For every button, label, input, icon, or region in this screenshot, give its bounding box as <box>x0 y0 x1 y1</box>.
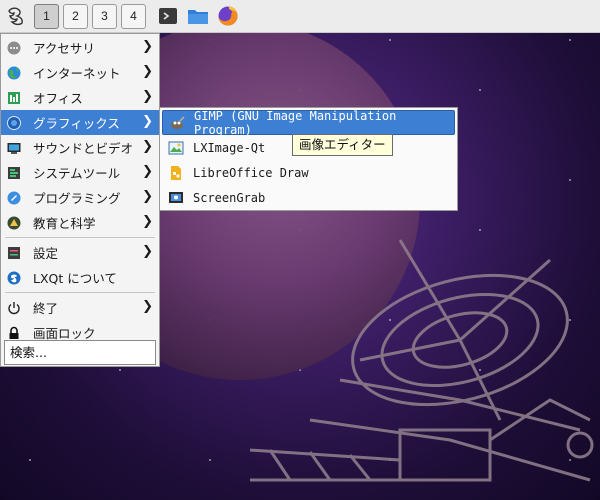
chevron-right-icon: ❯ <box>142 139 153 154</box>
chevron-right-icon: ❯ <box>142 114 153 129</box>
menu-search-input[interactable]: 検索... <box>4 340 156 365</box>
menu-item-system-tools[interactable]: システムツール ❯ <box>1 160 159 185</box>
chevron-right-icon: ❯ <box>142 214 153 229</box>
office-icon <box>7 91 21 105</box>
chevron-right-icon: ❯ <box>142 64 153 79</box>
desktop-switch-4[interactable]: 4 <box>121 3 146 29</box>
graphics-icon <box>7 115 21 130</box>
menu-item-label: 教育と科学 <box>33 216 96 231</box>
chevron-right-icon: ❯ <box>142 189 153 204</box>
file-manager-launcher[interactable] <box>186 4 210 28</box>
menu-item-label: プログラミング <box>33 191 121 206</box>
lock-icon <box>7 326 21 340</box>
lxqt-about-icon <box>7 271 21 285</box>
application-menu: アクセサリ ❯ インターネット ❯ オフィス ❯ グラフィックス ❯ サウンドと… <box>0 33 160 367</box>
chevron-right-icon: ❯ <box>142 89 153 104</box>
menu-item-label: 終了 <box>33 301 59 316</box>
menu-item-label: サウンドとビデオ <box>33 141 134 156</box>
education-icon <box>7 216 21 230</box>
desktop-switch-2[interactable]: 2 <box>63 3 88 29</box>
menu-item-label: システムツール <box>33 166 121 181</box>
menu-item-office[interactable]: オフィス ❯ <box>1 85 159 110</box>
power-icon <box>7 301 21 315</box>
menu-item-about-lxqt[interactable]: LXQt について <box>1 265 159 290</box>
desktop-switch-1[interactable]: 1 <box>34 3 59 29</box>
desktop-switch-3[interactable]: 3 <box>92 3 117 29</box>
menu-separator <box>5 237 155 238</box>
gimp-tooltip: 画像エディター <box>292 134 393 156</box>
accessories-icon <box>7 41 21 55</box>
submenu-item-label: LXImage-Qt <box>193 140 266 155</box>
graphics-submenu: GIMP (GNU Image Manipulation Program) LX… <box>159 107 458 211</box>
menu-item-label: オフィス <box>33 91 83 106</box>
menu-item-label: インターネット <box>33 66 121 81</box>
menu-item-leave[interactable]: 終了 ❯ <box>1 295 159 320</box>
chevron-right-icon: ❯ <box>142 39 153 54</box>
menu-item-education[interactable]: 教育と科学 ❯ <box>1 210 159 235</box>
submenu-item-label: ScreenGrab <box>193 190 266 205</box>
terminal-icon <box>159 8 177 24</box>
gimp-icon <box>169 115 185 131</box>
libreoffice-draw-icon <box>168 165 184 181</box>
internet-icon <box>7 66 21 80</box>
chevron-right-icon: ❯ <box>142 244 153 259</box>
satellite-dish-graphic <box>250 239 594 482</box>
system-tools-icon <box>7 166 21 180</box>
chevron-right-icon: ❯ <box>142 164 153 179</box>
menu-separator <box>5 292 155 293</box>
submenu-item-libreoffice-draw[interactable]: LibreOffice Draw <box>162 160 455 185</box>
menu-item-label: 設定 <box>33 246 59 261</box>
settings-icon <box>7 246 21 260</box>
sound-video-icon <box>7 141 21 155</box>
submenu-item-label: GIMP (GNU Image Manipulation Program) <box>194 108 397 137</box>
lximage-icon <box>168 140 184 156</box>
terminal-launcher[interactable] <box>156 4 180 28</box>
firefox-icon <box>218 6 238 26</box>
screengrab-icon <box>168 190 184 206</box>
menu-item-internet[interactable]: インターネット ❯ <box>1 60 159 85</box>
lxqt-main-menu-button[interactable] <box>2 2 30 30</box>
menu-item-label: LXQt について <box>33 271 117 286</box>
folder-icon <box>188 10 208 24</box>
menu-item-settings[interactable]: 設定 ❯ <box>1 240 159 265</box>
menu-item-label: グラフィックス <box>33 116 120 131</box>
submenu-item-screengrab[interactable]: ScreenGrab <box>162 185 455 210</box>
programming-icon <box>7 191 21 205</box>
lxqt-logo-icon <box>8 7 23 26</box>
menu-item-graphics[interactable]: グラフィックス ❯ <box>1 110 159 135</box>
chevron-right-icon: ❯ <box>142 299 153 314</box>
menu-item-programming[interactable]: プログラミング ❯ <box>1 185 159 210</box>
submenu-item-label: LibreOffice Draw <box>193 165 309 180</box>
top-panel: 1 2 3 4 <box>0 0 600 33</box>
firefox-launcher[interactable] <box>216 4 240 28</box>
menu-item-label: アクセサリ <box>33 41 95 56</box>
menu-item-accessories[interactable]: アクセサリ ❯ <box>1 35 159 60</box>
submenu-item-gimp[interactable]: GIMP (GNU Image Manipulation Program) <box>162 108 455 137</box>
menu-item-sound-video[interactable]: サウンドとビデオ ❯ <box>1 135 159 160</box>
